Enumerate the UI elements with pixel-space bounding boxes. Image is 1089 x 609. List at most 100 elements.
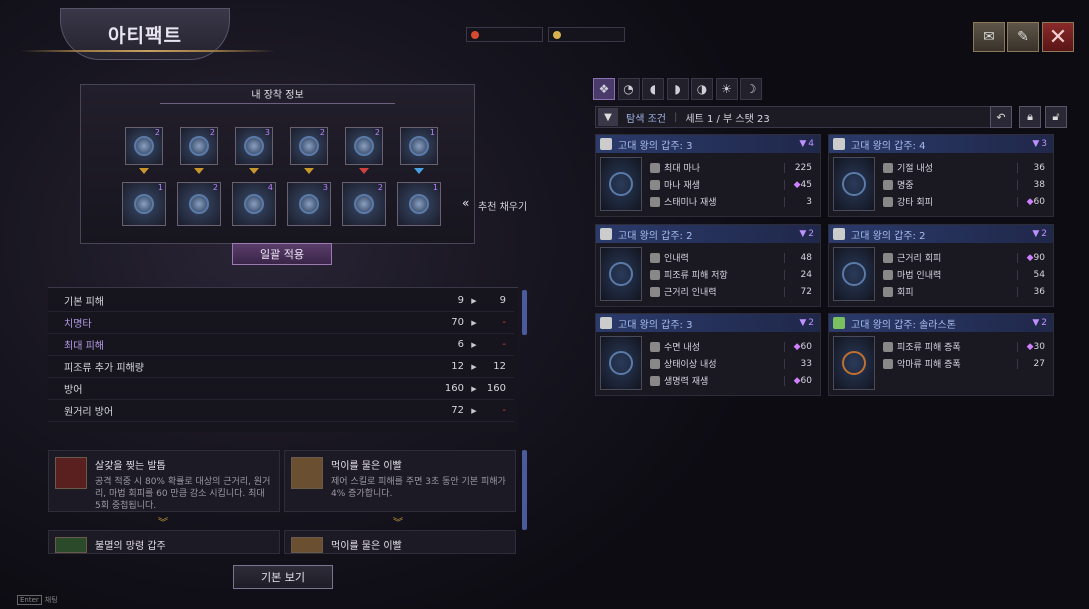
stat-value: 38	[1017, 179, 1051, 190]
stat-current: 9	[457, 295, 464, 306]
enter-key: Enter	[17, 595, 42, 605]
tab-icon: ☽	[745, 82, 757, 96]
set-header: 고대 왕의 갑주: 2 ▼ 2	[829, 225, 1053, 243]
set-card[interactable]: 고대 왕의 갑주: 3 ▼ 4 최대 마나 225 마나 재생 ◆45 스태미나 재생 3	[595, 134, 821, 217]
stat-name: 마법 인내력	[897, 271, 942, 281]
stat-value: ◆60	[784, 341, 818, 352]
skill-card[interactable]: 먹이를 물은 이빨제어 스킬로 피해를 주면 3초 동안 기본 피해가 4% 증…	[284, 450, 516, 512]
artifact-slot-bottom[interactable]: 1	[122, 182, 166, 226]
artifact-slot-top[interactable]: 1	[400, 127, 438, 165]
artifact-slot-bottom[interactable]: 3	[287, 182, 331, 226]
stats-scrollbar[interactable]	[522, 290, 527, 335]
close-button[interactable]: ✕	[1042, 22, 1074, 52]
tab-filter[interactable]: ◖	[642, 78, 664, 100]
artifact-gem-icon	[609, 351, 633, 375]
artifact-gem-icon	[244, 136, 264, 156]
stat-row: 방어 160 ▶ 160	[48, 378, 514, 400]
stat-value: 54	[1017, 269, 1051, 280]
set-card[interactable]: 고대 왕의 갑주: 2 ▼ 2 근거리 회피 ◆90 마법 인내력 54 회피 36	[828, 224, 1054, 307]
tab-icon: ☀	[721, 82, 732, 96]
tab-filter[interactable]: ◔	[617, 78, 640, 100]
stat-name: 근거리 회피	[897, 254, 942, 264]
tab-filter[interactable]: ❖	[593, 78, 615, 100]
artifact-slot-bottom[interactable]: 2	[342, 182, 386, 226]
stat-icon	[650, 196, 660, 207]
skill-icon	[55, 537, 87, 553]
artifact-slot-top[interactable]: 3	[235, 127, 273, 165]
currency-bar-2	[548, 27, 625, 42]
recommend-fill-button[interactable]: 추천 채우기	[478, 198, 527, 213]
stat-value: ◆45	[784, 179, 818, 190]
set-header: 고대 왕의 갑주: 솔라스톤 ▼ 2	[829, 314, 1053, 332]
stat-value-text: 45	[800, 179, 812, 190]
tab-filter[interactable]: ◗	[666, 78, 689, 100]
stat-icon	[650, 179, 660, 190]
set-header: 고대 왕의 갑주: 4 ▼ 3	[829, 135, 1053, 153]
unlock-icon: 🔓︎	[1052, 110, 1060, 123]
skill-icon	[291, 537, 323, 553]
tab-filter[interactable]: ◑	[691, 78, 713, 100]
shield-icon	[600, 228, 612, 240]
stat-new: -	[502, 339, 506, 350]
stat-value: ◆30	[1017, 341, 1051, 352]
arrow-right-icon: ▶	[471, 384, 477, 393]
stats-panel: 기본 피해 9 ▶ 9 치명타 70 ▶ - 최대 피해 6 ▶ - 피조류 추가 피해량 12 ▶ 12 방어…	[48, 287, 518, 432]
stat-row: 피조류 추가 피해량 12 ▶ 12	[48, 356, 514, 378]
unlock-button[interactable]: 🔓︎	[1045, 106, 1067, 128]
artifact-slot-top[interactable]: 2	[125, 127, 163, 165]
artifact-slot-top[interactable]: 2	[290, 127, 328, 165]
stat-value: 225	[784, 162, 818, 173]
stat-name: 강타 회피	[897, 198, 933, 208]
artifact-gem-icon	[609, 262, 633, 286]
stat-value-text: 27	[1033, 358, 1045, 369]
filter-icon: ▼	[1032, 229, 1040, 239]
stat-value: ◆60	[1017, 196, 1051, 207]
set-count-value: 2	[1041, 318, 1047, 328]
stat-name: 생명력 재생	[664, 377, 709, 387]
tab-filter[interactable]: ☽	[740, 78, 762, 100]
skill-text: 불멸의 망령 갑주	[95, 537, 166, 552]
currency-icon	[471, 30, 479, 39]
skill-card[interactable]: 불멸의 망령 갑주	[48, 530, 280, 554]
set-card[interactable]: 고대 왕의 갑주: 솔라스톤 ▼ 2 피조류 피해 증폭 ◆30 악마류 피해 증폭 27	[828, 313, 1054, 396]
artifact-slot-top[interactable]: 2	[345, 127, 383, 165]
scroll-button[interactable]: ✎	[1007, 22, 1039, 52]
arrow-down-icon	[139, 168, 149, 174]
filter-icon[interactable]: ▼	[598, 108, 618, 126]
stat-value-text: 24	[800, 269, 812, 280]
skill-card[interactable]: 먹이를 물은 이빨	[284, 530, 516, 554]
set-stat-row: 회피 36	[883, 283, 1051, 300]
slot-level: 1	[429, 128, 435, 137]
stat-label: 피조류 추가 피해량	[64, 363, 144, 374]
stat-icon	[883, 269, 893, 280]
skills-scrollbar[interactable]	[522, 450, 527, 530]
basic-view-button[interactable]: 기본 보기	[233, 565, 333, 589]
set-card[interactable]: 고대 왕의 갑주: 4 ▼ 3 기절 내성 36 명중 38 강타 회피 ◆60	[828, 134, 1054, 217]
artifact-slot-bottom[interactable]: 2	[177, 182, 221, 226]
skill-desc: 제어 스킬로 피해를 주면 3초 동안 기본 피해가 4% 증가합니다.	[331, 477, 506, 499]
gem-mark-icon: ◆	[1026, 252, 1034, 263]
skill-name: 살갗을 찢는 발톱	[95, 461, 166, 472]
filter-bar[interactable]: ▼ 탐색 조건 | 세트 1 / 부 스탯 23	[595, 106, 1010, 128]
stat-value-text: 90	[1033, 252, 1045, 263]
artifact-slot-top[interactable]: 2	[180, 127, 218, 165]
set-card[interactable]: 고대 왕의 갑주: 2 ▼ 2 인내력 48 피조류 피해 저항 24 근거리 인내력 72	[595, 224, 821, 307]
stat-name: 인내력	[664, 254, 689, 264]
mail-button[interactable]: ✉	[973, 22, 1005, 52]
set-stat-row: 근거리 인내력 72	[650, 283, 818, 300]
skill-name: 먹이를 물은 이빨	[331, 541, 402, 552]
skill-name: 먹이를 물은 이빨	[331, 461, 402, 472]
artifact-slot-bottom[interactable]: 4	[232, 182, 276, 226]
artifact-gem-icon	[409, 136, 429, 156]
arrow-right-icon: ▶	[471, 318, 477, 327]
tab-filter[interactable]: ☀	[715, 78, 738, 100]
apply-all-button[interactable]: 일괄 적용	[232, 243, 332, 265]
undo-button[interactable]: ↶	[990, 106, 1012, 128]
chevron-down-icon: ︾	[393, 518, 403, 529]
set-card[interactable]: 고대 왕의 갑주: 3 ▼ 2 수면 내성 ◆60 상태이상 내성 33 생명력 재생 ◆60	[595, 313, 821, 396]
skill-card[interactable]: 살갗을 찢는 발톱 공격 적중 시 80% 확률로 대상의 근거리, 원거리, 마…	[48, 450, 280, 512]
lock-button[interactable]: 🔒︎	[1019, 106, 1041, 128]
artifact-slot-bottom[interactable]: 1	[397, 182, 441, 226]
arrow-down-icon	[194, 168, 204, 174]
set-count-value: 2	[808, 318, 814, 328]
